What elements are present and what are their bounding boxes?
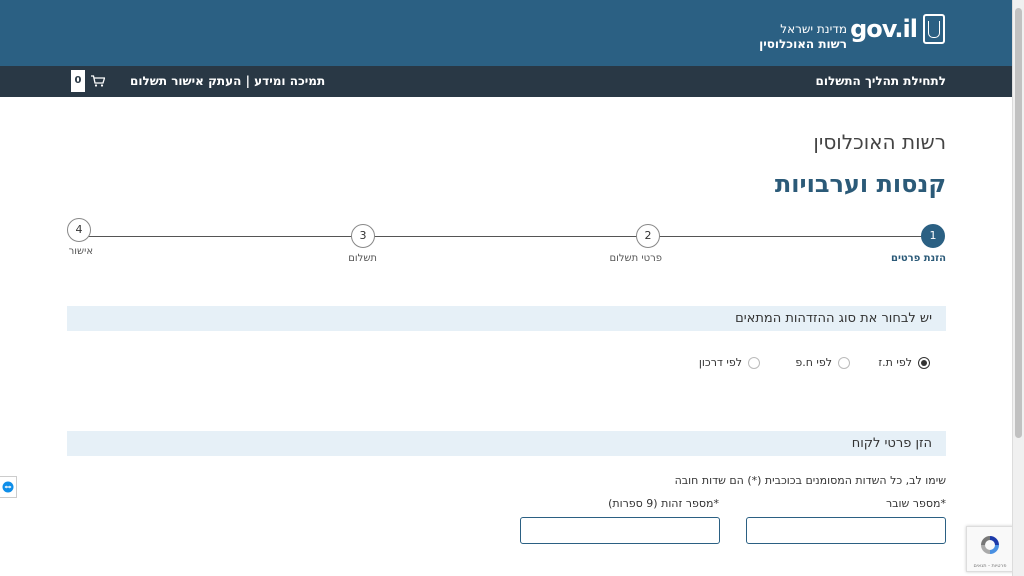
org-line1: מדינת ישראל [780, 22, 847, 36]
recaptcha-badge[interactable]: פרטיות - תנאים [966, 526, 1013, 572]
radio-passport[interactable]: לפי דרכון [699, 356, 760, 369]
step-3-label: תשלום [348, 253, 377, 264]
step-4-label: אישור [68, 246, 93, 257]
page-supertitle: רשות האוכלוסין [813, 130, 946, 154]
required-fields-note: שימו לב, כל השדות המסומנים בכוכבית (*) ה… [674, 474, 946, 487]
customer-section-header: הזן פרטי לקוח [67, 431, 946, 456]
cart-count: 0 [71, 70, 85, 92]
step-2-circle: 2 [636, 224, 660, 248]
org-name: מדינת ישראל רשות האוכלוסין [759, 22, 847, 52]
id-type-section-title: יש לבחור את סוג ההזדהות המתאים [735, 311, 932, 326]
radio-circle[interactable] [838, 356, 850, 369]
gov-logo[interactable]: gov.il [850, 14, 945, 44]
customer-section-title: הזן פרטי לקוח [851, 436, 932, 451]
step-1-label: הזנת פרטים [890, 253, 946, 264]
radio-label: לפי ת.ז [878, 356, 912, 369]
step-2-label: פרטי תשלום [609, 253, 663, 264]
recaptcha-footer: פרטיות - תנאים [973, 563, 1007, 569]
copy-receipt-link[interactable]: העתק אישור תשלום [130, 74, 241, 88]
site-header: מדינת ישראל רשות האוכלוסין gov.il [0, 0, 1013, 66]
teamviewer-icon [2, 478, 14, 497]
id-number-input[interactable] [520, 517, 720, 544]
gov-logo-text: gov.il [850, 15, 918, 43]
step-3-circle: 3 [351, 224, 375, 248]
radio-label: לפי דרכון [698, 356, 742, 369]
radio-id-number[interactable]: לפי ת.ז [878, 356, 930, 369]
id-type-section-header: יש לבחור את סוג ההזדהות המתאים [67, 306, 946, 331]
org-line2: רשות האוכלוסין [759, 37, 847, 51]
state-emblem-icon [923, 14, 945, 44]
radio-label: לפי ח.פ [795, 356, 832, 369]
page-title: קנסות וערבויות [774, 170, 946, 198]
voucher-number-input[interactable] [746, 517, 946, 544]
step-1-circle: 1 [921, 224, 945, 248]
step-4-circle: 4 [67, 218, 91, 242]
id-number-label: *מספר זהות (9 ספרות) [608, 497, 719, 510]
page: מדינת ישראל רשות האוכלוסין gov.il לתחילת… [0, 0, 1013, 576]
steps-line [80, 236, 933, 237]
page-scrollbar[interactable] [1012, 0, 1024, 576]
voucher-number-label: *מספר שובר [885, 497, 946, 510]
recaptcha-icon [978, 533, 1002, 561]
support-link[interactable]: תמיכה ומידע [254, 74, 325, 88]
nav-separator: | [245, 74, 250, 88]
radio-circle[interactable] [918, 356, 930, 369]
scrollbar-thumb[interactable] [1015, 8, 1022, 438]
start-process-link[interactable]: לתחילת תהליך התשלום [816, 74, 947, 88]
radio-company-number[interactable]: לפי ח.פ [795, 356, 850, 369]
radio-circle[interactable] [748, 356, 760, 369]
side-widget-button[interactable] [0, 476, 17, 498]
cart-button[interactable]: 0 [71, 70, 107, 92]
nav-links: תמיכה ומידע | העתק אישור תשלום [130, 74, 325, 88]
cart-icon [89, 75, 107, 87]
top-nav: לתחילת תהליך התשלום תמיכה ומידע | העתק א… [0, 66, 1013, 97]
